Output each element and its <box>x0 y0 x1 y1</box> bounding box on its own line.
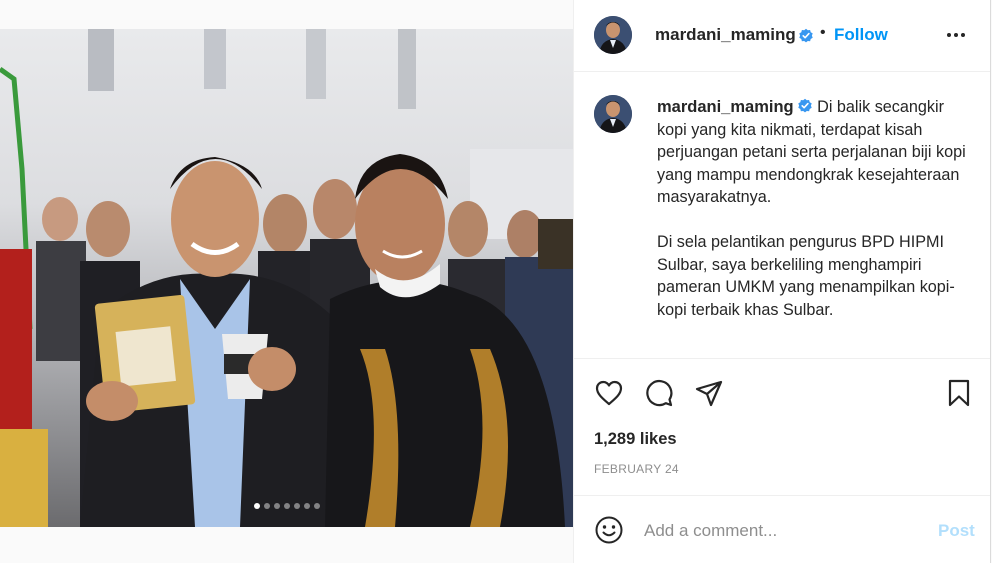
comment-bubble-icon[interactable] <box>644 378 674 408</box>
avatar[interactable] <box>594 16 632 54</box>
caption-paragraph-2: Di sela pelantikan pengurus BPD HIPMI Su… <box>657 232 955 319</box>
follow-button[interactable]: Follow <box>834 25 888 45</box>
caption-avatar[interactable] <box>594 95 632 133</box>
photo-scene-illustration <box>0 29 573 527</box>
header-separator: • <box>820 24 826 41</box>
caption-text: mardani_maming Di balik secangkir kopi y… <box>657 96 969 321</box>
likes-count[interactable]: 1,289 likes <box>594 430 677 449</box>
post-header: mardani_maming • Follow <box>574 0 990 72</box>
more-options-icon[interactable] <box>944 25 968 45</box>
post-date[interactable]: FEBRUARY 24 <box>594 462 679 476</box>
carousel-dot <box>263 503 270 509</box>
carousel-dot <box>273 503 280 509</box>
post-caption-area: mardani_maming Di balik secangkir kopi y… <box>574 72 990 359</box>
caption-paragraph-1: mardani_maming Di balik secangkir kopi y… <box>657 96 969 209</box>
carousel-dot <box>303 503 310 509</box>
verified-badge-icon <box>797 98 812 113</box>
verified-badge-icon <box>799 28 813 43</box>
caption-username[interactable]: mardani_maming <box>657 98 794 116</box>
heart-icon[interactable] <box>594 378 624 408</box>
instagram-post-page: mardani_maming • Follow mardani_maming D… <box>0 0 992 563</box>
carousel-dot <box>293 503 300 509</box>
post-side-panel: mardani_maming • Follow mardani_maming D… <box>573 0 991 563</box>
bookmark-icon[interactable] <box>944 378 974 408</box>
comment-input[interactable] <box>642 516 926 546</box>
carousel-indicator <box>0 503 573 509</box>
comment-bar: Post <box>574 495 990 563</box>
paper-plane-icon[interactable] <box>694 378 724 408</box>
post-photo[interactable] <box>0 29 573 527</box>
carousel-dot <box>283 503 290 509</box>
post-comment-button[interactable]: Post <box>938 521 975 541</box>
post-actions <box>574 378 990 408</box>
post-author-username[interactable]: mardani_maming <box>655 25 796 45</box>
carousel-dot <box>313 503 320 509</box>
carousel-dot <box>253 503 260 509</box>
emoji-smile-icon[interactable] <box>594 515 624 545</box>
